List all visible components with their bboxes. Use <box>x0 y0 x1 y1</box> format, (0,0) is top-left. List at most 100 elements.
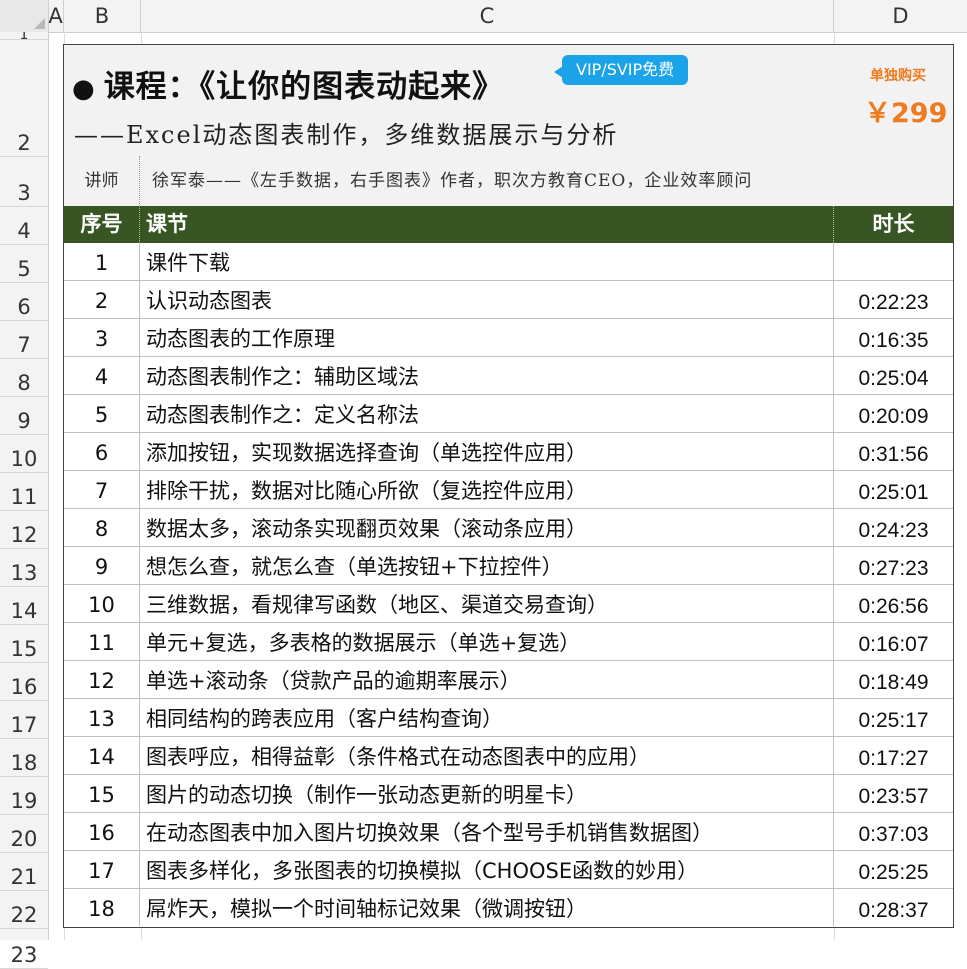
column-title-header: 课节 <box>146 212 188 236</box>
lesson-number: 6 <box>64 433 140 470</box>
course-subtitle: ——Excel动态图表制作，多维数据展示与分析 <box>74 121 619 149</box>
row-header[interactable]: 23 <box>0 929 48 969</box>
lesson-title: 排除干扰，数据对比随心所欲（复选控件应用） <box>146 479 587 503</box>
course-title-text: 课程：《让你的图表动起来》 <box>103 69 505 105</box>
row-header[interactable]: 14 <box>0 587 48 625</box>
lesson-title: 动态图表的工作原理 <box>146 327 335 351</box>
row-header[interactable]: 21 <box>0 853 48 891</box>
lesson-number: 12 <box>64 661 140 698</box>
lesson-number: 16 <box>64 813 140 850</box>
row-header-bar: 1 2 3 4 5 6 7 8 9 10 11 12 13 14 15 16 17 18 19 20 21 22 23 <box>0 32 49 969</box>
lesson-number: 4 <box>64 357 140 394</box>
lesson-number: 10 <box>64 585 140 622</box>
table-row[interactable]: 17 图表多样化，多张图表的切换模拟（CHOOSE函数的妙用） 0:25:25 <box>64 851 953 889</box>
lesson-title: 动态图表制作之：定义名称法 <box>146 403 419 427</box>
column-header-c[interactable]: C <box>141 0 834 32</box>
row-header[interactable]: 11 <box>0 473 48 511</box>
table-row[interactable]: 12 单选+滚动条（贷款产品的逾期率展示） 0:18:49 <box>64 661 953 699</box>
course-table: ● 课程：《让你的图表动起来》 VIP/SVIP免费 ——Excel动态图表制作，… <box>63 44 954 928</box>
table-row[interactable]: 1 课件下载 <box>64 243 953 281</box>
row-header[interactable]: 20 <box>0 815 48 853</box>
lesson-number: 17 <box>64 851 140 888</box>
lesson-duration: 0:22:23 <box>833 281 953 318</box>
table-row[interactable]: 16 在动态图表中加入图片切换效果（各个型号手机销售数据图） 0:37:03 <box>64 813 953 851</box>
row-header[interactable]: 3 <box>0 157 48 207</box>
lesson-number: 14 <box>64 737 140 774</box>
lesson-title: 认识动态图表 <box>146 289 272 313</box>
row-header[interactable]: 10 <box>0 435 48 473</box>
lesson-number: 11 <box>64 623 140 660</box>
table-row[interactable]: 6 添加按钮，实现数据选择查询（单选控件应用） 0:31:56 <box>64 433 953 471</box>
table-row[interactable]: 14 图表呼应，相得益彰（条件格式在动态图表中的应用） 0:17:27 <box>64 737 953 775</box>
row-header[interactable]: 18 <box>0 739 48 777</box>
lesson-number: 2 <box>64 281 140 318</box>
table-row[interactable]: 18 屌炸天，模拟一个时间轴标记效果（微调按钮） 0:28:37 <box>64 889 953 927</box>
row-header[interactable]: 6 <box>0 283 48 321</box>
table-row[interactable]: 8 数据太多，滚动条实现翻页效果（滚动条应用） 0:24:23 <box>64 509 953 547</box>
lesson-title: 添加按钮，实现数据选择查询（单选控件应用） <box>146 441 587 465</box>
table-row[interactable]: 7 排除干扰，数据对比随心所欲（复选控件应用） 0:25:01 <box>64 471 953 509</box>
lesson-number: 13 <box>64 699 140 736</box>
row-header[interactable]: 5 <box>0 245 48 283</box>
row-header[interactable]: 4 <box>0 207 48 245</box>
lesson-duration: 0:20:09 <box>833 395 953 432</box>
row-header[interactable]: 2 <box>0 40 48 157</box>
bullet-icon: ● <box>72 74 96 104</box>
lesson-duration: 0:26:56 <box>833 585 953 622</box>
table-row[interactable]: 10 三维数据，看规律写函数（地区、渠道交易查询） 0:26:56 <box>64 585 953 623</box>
lesson-duration: 0:25:25 <box>833 851 953 888</box>
row-header[interactable]: 15 <box>0 625 48 663</box>
lesson-duration: 0:31:56 <box>833 433 953 470</box>
table-row[interactable]: 3 动态图表的工作原理 0:16:35 <box>64 319 953 357</box>
lesson-duration <box>833 243 953 280</box>
row-header[interactable]: 22 <box>0 891 48 929</box>
row-header[interactable]: 16 <box>0 663 48 701</box>
lesson-duration: 0:25:17 <box>833 699 953 736</box>
select-all-corner[interactable] <box>0 0 49 32</box>
lesson-number: 9 <box>64 547 140 584</box>
lesson-title: 屌炸天，模拟一个时间轴标记效果（微调按钮） <box>146 897 587 921</box>
column-header-a[interactable]: A <box>48 0 64 32</box>
lesson-duration: 0:28:37 <box>833 889 953 926</box>
row-header[interactable]: 12 <box>0 511 48 549</box>
lesson-duration: 0:24:23 <box>833 509 953 546</box>
lesson-duration: 0:16:35 <box>833 319 953 356</box>
column-header-d[interactable]: D <box>834 0 967 32</box>
column-no-header: 序号 <box>64 206 140 243</box>
buy-separately-label: 单独购买 <box>870 68 926 84</box>
lecturer-row[interactable]: 讲师 徐军泰——《左手数据，右手图表》作者，职次方教育CEO，企业效率顾问 <box>64 156 953 207</box>
row-header[interactable]: 9 <box>0 397 48 435</box>
lesson-number: 15 <box>64 775 140 812</box>
lesson-rows: 1 课件下载 2 认识动态图表 0:22:23 3 动态图表的工作原理 0:16:35 4 动态图… <box>64 243 953 927</box>
table-header-row[interactable]: 序号 课节 时长 <box>64 206 953 243</box>
lecturer-label: 讲师 <box>64 156 140 206</box>
lesson-duration: 0:23:57 <box>833 775 953 812</box>
table-row[interactable]: 5 动态图表制作之：定义名称法 0:20:09 <box>64 395 953 433</box>
table-row[interactable]: 13 相同结构的跨表应用（客户结构查询） 0:25:17 <box>64 699 953 737</box>
lesson-number: 7 <box>64 471 140 508</box>
lesson-number: 1 <box>64 243 140 280</box>
row-header[interactable]: 1 <box>0 32 48 40</box>
lesson-title: 图表多样化，多张图表的切换模拟（CHOOSE函数的妙用） <box>146 859 699 883</box>
table-row[interactable]: 4 动态图表制作之：辅助区域法 0:25:04 <box>64 357 953 395</box>
table-row[interactable]: 11 单元+复选，多表格的数据展示（单选+复选） 0:16:07 <box>64 623 953 661</box>
price-value: ￥299 <box>864 98 948 129</box>
row-header[interactable]: 7 <box>0 321 48 359</box>
lesson-duration: 0:27:23 <box>833 547 953 584</box>
table-row[interactable]: 9 想怎么查，就怎么查（单选按钮+下拉控件） 0:27:23 <box>64 547 953 585</box>
lesson-title: 数据太多，滚动条实现翻页效果（滚动条应用） <box>146 517 587 541</box>
lesson-title: 在动态图表中加入图片切换效果（各个型号手机销售数据图） <box>146 821 713 845</box>
table-row[interactable]: 15 图片的动态切换（制作一张动态更新的明星卡） 0:23:57 <box>64 775 953 813</box>
course-title: ● 课程：《让你的图表动起来》 <box>72 61 504 106</box>
lesson-title: 相同结构的跨表应用（客户结构查询） <box>146 707 503 731</box>
table-row[interactable]: 2 认识动态图表 0:22:23 <box>64 281 953 319</box>
row-header[interactable]: 17 <box>0 701 48 739</box>
row-header[interactable]: 13 <box>0 549 48 587</box>
row-header[interactable]: 19 <box>0 777 48 815</box>
row-header[interactable]: 8 <box>0 359 48 397</box>
column-header-b[interactable]: B <box>64 0 141 32</box>
lesson-title: 单元+复选，多表格的数据展示（单选+复选） <box>146 631 581 655</box>
lesson-title: 三维数据，看规律写函数（地区、渠道交易查询） <box>146 593 608 617</box>
lesson-duration: 0:17:27 <box>833 737 953 774</box>
vip-free-badge: VIP/SVIP免费 <box>553 55 689 85</box>
